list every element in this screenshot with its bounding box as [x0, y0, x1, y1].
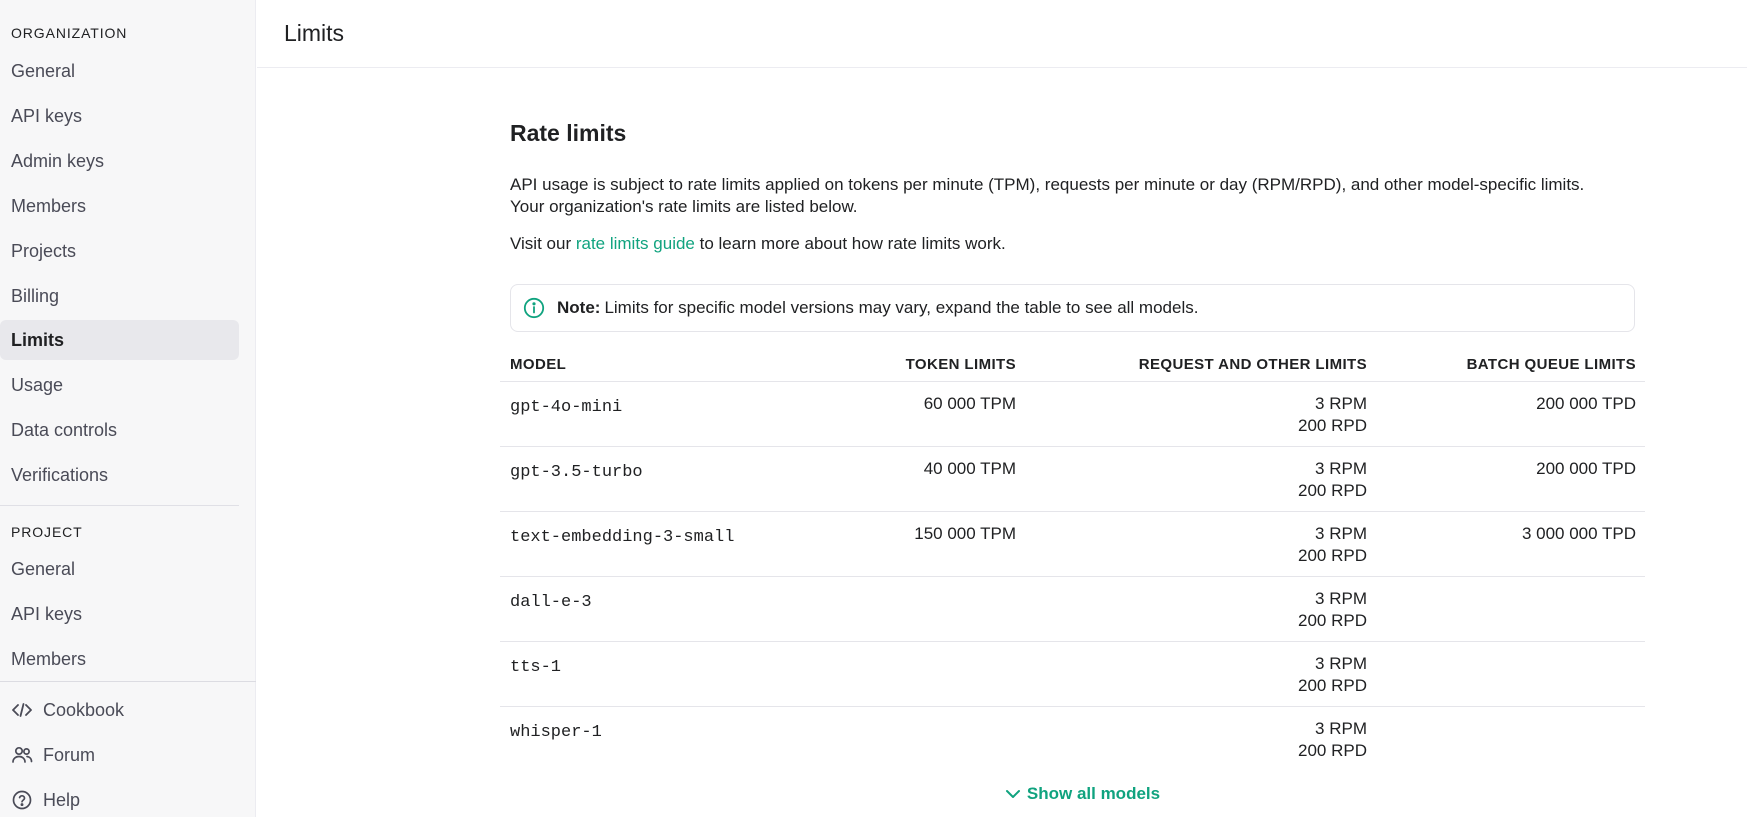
description-line-1: API usage is subject to rate limits appl… — [510, 175, 1585, 194]
table-row: dall-e-3 3 RPM 200 RPD — [500, 577, 1645, 642]
rpd-value: 200 RPD — [1298, 481, 1367, 500]
sidebar-item-data-controls[interactable]: Data controls — [0, 410, 239, 450]
request-limits: 3 RPM 200 RPD — [1298, 653, 1367, 697]
column-header-batch-limits: BATCH QUEUE LIMITS — [1466, 356, 1636, 373]
sidebar-item-admin-keys[interactable]: Admin keys — [0, 141, 239, 181]
rate-limits-section: Rate limits API usage is subject to rate… — [500, 120, 1650, 803]
sidebar-footer-divider — [0, 681, 256, 682]
rpm-value: 3 RPM — [1315, 394, 1367, 413]
table-row: whisper-1 3 RPM 200 RPD — [500, 707, 1645, 772]
sidebar: ORGANIZATION General API keys Admin keys… — [0, 0, 256, 817]
people-icon — [11, 744, 33, 766]
sidebar-divider — [0, 505, 239, 506]
note-text: Limits for specific model versions may v… — [604, 298, 1199, 317]
model-name: tts-1 — [510, 658, 562, 677]
column-header-token-limits: TOKEN LIMITS — [905, 356, 1016, 373]
sidebar-footer-forum[interactable]: Forum — [0, 737, 239, 773]
show-all-models-button[interactable]: Show all models — [510, 784, 1655, 804]
model-name: gpt-4o-mini — [510, 398, 623, 417]
sidebar-item-project-members[interactable]: Members — [0, 639, 239, 679]
sidebar-item-projects[interactable]: Projects — [0, 231, 239, 271]
request-limits: 3 RPM 200 RPD — [1298, 523, 1367, 567]
table-row: gpt-3.5-turbo 40 000 TPM 3 RPM 200 RPD 20… — [500, 447, 1645, 512]
sidebar-footer-cookbook[interactable]: Cookbook — [0, 692, 239, 728]
rpm-value: 3 RPM — [1315, 459, 1367, 478]
column-header-model: MODEL — [510, 356, 567, 373]
model-name: gpt-3.5-turbo — [510, 463, 643, 482]
description: API usage is subject to rate limits appl… — [510, 174, 1640, 218]
sidebar-item-usage[interactable]: Usage — [0, 365, 239, 405]
rpd-value: 200 RPD — [1298, 611, 1367, 630]
token-limit: 150 000 TPM — [914, 524, 1016, 543]
visit-suffix: to learn more about how rate limits work… — [694, 234, 1006, 253]
request-limits: 3 RPM 200 RPD — [1298, 588, 1367, 632]
token-limit: 40 000 TPM — [923, 459, 1016, 478]
sidebar-footer-help[interactable]: Help — [0, 782, 239, 818]
organization-section-title: ORGANIZATION — [11, 25, 128, 41]
visit-guide-text: Visit our rate limits guide to learn mor… — [510, 234, 1006, 254]
info-icon — [523, 297, 545, 319]
page-header: Limits — [257, 0, 1747, 68]
table-row: tts-1 3 RPM 200 RPD — [500, 642, 1645, 707]
code-icon — [11, 699, 33, 721]
model-name: dall-e-3 — [510, 593, 592, 612]
note-callout: Note: Limits for specific model versions… — [510, 284, 1635, 332]
model-name: whisper-1 — [510, 723, 602, 742]
help-circle-icon — [11, 789, 33, 811]
batch-limit: 200 000 TPD — [1536, 459, 1636, 478]
rpd-value: 200 RPD — [1298, 416, 1367, 435]
rpd-value: 200 RPD — [1298, 676, 1367, 695]
cookbook-label: Cookbook — [43, 699, 125, 720]
main-area: Limits Rate limits API usage is subject … — [257, 0, 1747, 817]
batch-limit: 3 000 000 TPD — [1521, 524, 1636, 543]
sidebar-item-api-keys[interactable]: API keys — [0, 96, 239, 136]
rpm-value: 3 RPM — [1315, 524, 1367, 543]
model-name: text-embedding-3-small — [510, 528, 735, 547]
rpd-value: 200 RPD — [1298, 741, 1367, 760]
section-heading: Rate limits — [510, 120, 627, 146]
batch-limit: 200 000 TPD — [1536, 394, 1636, 413]
request-limits: 3 RPM 200 RPD — [1298, 458, 1367, 502]
sidebar-item-project-general[interactable]: General — [0, 549, 239, 589]
sidebar-item-limits[interactable]: Limits — [0, 320, 239, 360]
forum-label: Forum — [43, 744, 96, 765]
limits-table: MODEL TOKEN LIMITS REQUEST AND OTHER LIM… — [500, 352, 1645, 772]
chevron-down-icon — [1005, 784, 1021, 804]
help-label: Help — [43, 789, 81, 810]
request-limits: 3 RPM 200 RPD — [1298, 393, 1367, 437]
rpm-value: 3 RPM — [1315, 654, 1367, 673]
sidebar-item-verifications[interactable]: Verifications — [0, 455, 239, 495]
sidebar-item-billing[interactable]: Billing — [0, 276, 239, 316]
description-line-2: Your organization's rate limits are list… — [510, 197, 858, 216]
visit-prefix: Visit our — [510, 234, 576, 253]
sidebar-item-members[interactable]: Members — [0, 186, 239, 226]
token-limit: 60 000 TPM — [923, 394, 1016, 413]
rpm-value: 3 RPM — [1315, 589, 1367, 608]
sidebar-item-project-api-keys[interactable]: API keys — [0, 594, 239, 634]
project-section-title: PROJECT — [11, 524, 83, 540]
page-title: Limits — [284, 20, 345, 46]
rpm-value: 3 RPM — [1315, 719, 1367, 738]
show-all-models-label: Show all models — [1026, 784, 1161, 803]
rpd-value: 200 RPD — [1298, 546, 1367, 565]
sidebar-item-general[interactable]: General — [0, 51, 239, 91]
table-row: text-embedding-3-small 150 000 TPM 3 RPM… — [500, 512, 1645, 577]
note-label: Note: — [557, 298, 601, 317]
table-header: MODEL TOKEN LIMITS REQUEST AND OTHER LIM… — [500, 352, 1645, 382]
table-row: gpt-4o-mini 60 000 TPM 3 RPM 200 RPD 200 … — [500, 382, 1645, 447]
request-limits: 3 RPM 200 RPD — [1298, 718, 1367, 762]
rate-limits-guide-link[interactable]: rate limits guide — [576, 234, 695, 253]
column-header-request-limits: REQUEST AND OTHER LIMITS — [1138, 356, 1367, 373]
